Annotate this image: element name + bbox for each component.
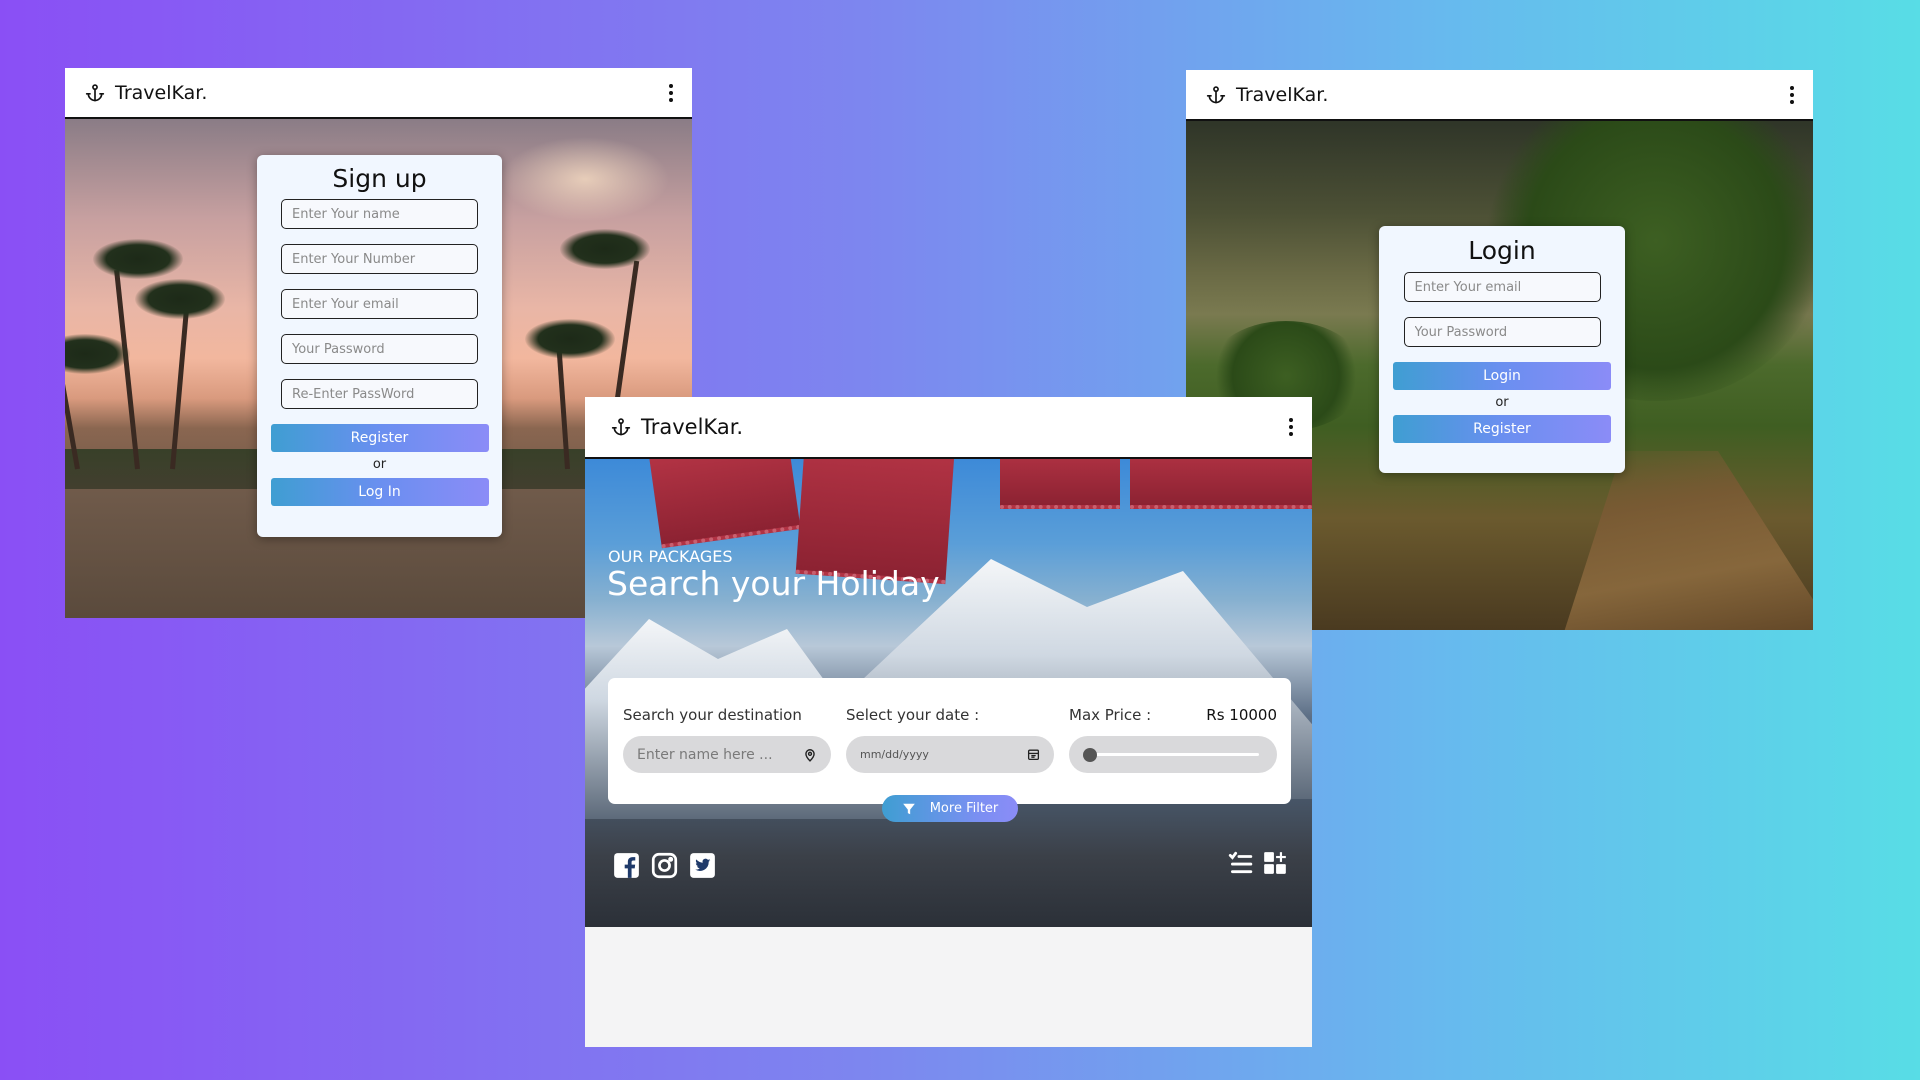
- navbar: TravelKar.: [65, 68, 692, 119]
- destination-input[interactable]: Enter name here ...: [623, 736, 831, 773]
- filter-icon: [902, 803, 915, 814]
- password-field[interactable]: [281, 334, 478, 364]
- brand-name: TravelKar.: [1236, 83, 1329, 106]
- mountain-hero: OUR PACKAGES Search your Holiday Search …: [585, 459, 1312, 927]
- login-button[interactable]: Log In: [270, 478, 489, 506]
- navbar: TravelKar.: [1186, 70, 1813, 121]
- brand[interactable]: TravelKar.: [1206, 84, 1328, 106]
- kebab-menu-icon[interactable]: [1789, 85, 1795, 104]
- slider-thumb[interactable]: [1083, 748, 1097, 762]
- hero-title: Search your Holiday: [607, 564, 940, 603]
- price-label: Max Price :: [1069, 706, 1152, 724]
- kebab-menu-icon[interactable]: [1288, 418, 1294, 436]
- reenter-password-field[interactable]: [281, 379, 478, 409]
- number-field[interactable]: [281, 244, 478, 274]
- navbar: TravelKar.: [585, 397, 1312, 459]
- brand-name: TravelKar.: [115, 81, 208, 104]
- slider-track: [1091, 753, 1259, 756]
- date-placeholder: mm/dd/yyyy: [860, 748, 929, 761]
- brand[interactable]: TravelKar.: [611, 415, 743, 439]
- register-button[interactable]: Register: [1393, 415, 1611, 443]
- price-slider[interactable]: [1069, 736, 1277, 773]
- anchor-icon: [85, 83, 105, 101]
- login-card: Login Login or Register: [1379, 226, 1625, 473]
- price-value: Rs 10000: [1206, 706, 1277, 724]
- login-title: Login: [1468, 236, 1536, 265]
- calendar-icon: [1027, 749, 1040, 761]
- location-pin-icon: [805, 748, 815, 762]
- password-field[interactable]: [1403, 317, 1601, 347]
- login-button[interactable]: Login: [1393, 362, 1611, 390]
- twitter-icon[interactable]: [689, 852, 716, 879]
- signup-card: Sign up Register or Log In: [257, 155, 502, 537]
- view-toggle: [1227, 850, 1288, 876]
- date-label: Select your date :: [846, 706, 980, 724]
- destination-label: Search your destination: [623, 706, 802, 724]
- social-links: [613, 852, 716, 879]
- email-field[interactable]: [1403, 272, 1601, 302]
- grid-view-icon[interactable]: [1262, 850, 1288, 876]
- name-field[interactable]: [281, 199, 478, 229]
- brand[interactable]: TravelKar.: [85, 82, 207, 104]
- kebab-menu-icon[interactable]: [668, 83, 674, 102]
- signup-title: Sign up: [332, 164, 427, 193]
- or-separator: or: [1495, 395, 1509, 410]
- search-panel: Search your destination Enter name here …: [608, 678, 1291, 804]
- anchor-icon: [1206, 85, 1226, 103]
- email-field[interactable]: [281, 289, 478, 319]
- destination-placeholder: Enter name here ...: [637, 746, 773, 763]
- anchor-icon: [611, 418, 631, 436]
- more-filter-button[interactable]: More Filter: [882, 795, 1018, 822]
- search-window: TravelKar. OUR PACKAGES Search your Holi…: [585, 397, 1312, 1047]
- brand-name: TravelKar.: [641, 415, 744, 439]
- dirt-road: [1558, 451, 1813, 630]
- more-filter-label: More Filter: [929, 801, 999, 816]
- list-view-icon[interactable]: [1227, 850, 1253, 876]
- or-separator: or: [372, 457, 387, 472]
- register-button[interactable]: Register: [270, 424, 489, 452]
- facebook-icon[interactable]: [613, 852, 640, 879]
- date-input[interactable]: mm/dd/yyyy: [846, 736, 1054, 773]
- instagram-icon[interactable]: [651, 852, 678, 879]
